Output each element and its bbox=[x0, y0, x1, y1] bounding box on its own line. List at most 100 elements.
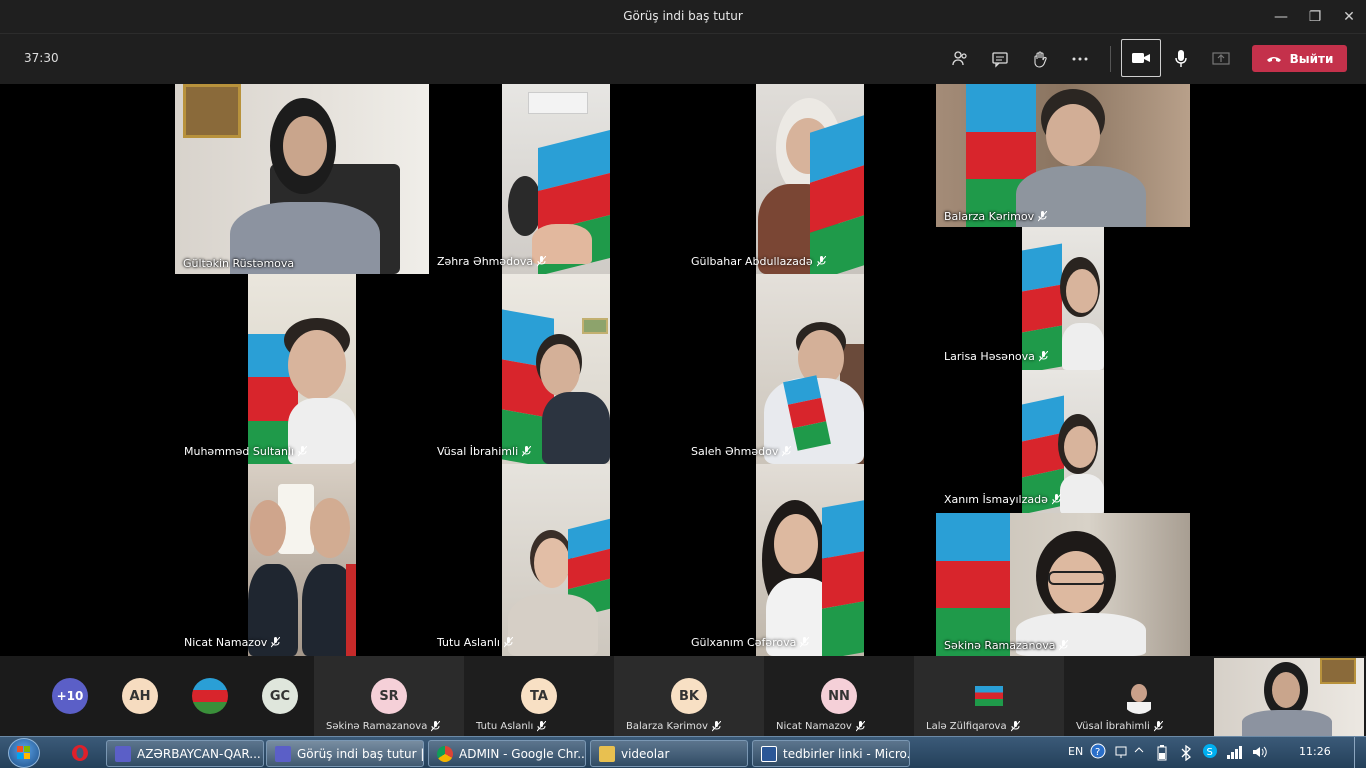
meeting-toolbar: 37:30 Выйти bbox=[0, 34, 1366, 84]
language-indicator[interactable]: EN bbox=[1068, 745, 1083, 758]
svg-text:?: ? bbox=[1095, 747, 1100, 758]
video-tile[interactable]: Gültəkin Rüstəmova bbox=[175, 84, 429, 274]
avatar bbox=[971, 678, 1007, 714]
overflow-count-badge[interactable]: +10 bbox=[52, 678, 88, 714]
word-icon bbox=[761, 745, 777, 762]
participant-name: Lalə Zülfiqarova bbox=[926, 721, 1020, 732]
flag-icon bbox=[822, 500, 864, 656]
roster-tile[interactable]: NN Nicat Namazov bbox=[764, 656, 914, 736]
more-options-icon[interactable] bbox=[1065, 44, 1095, 74]
task-item[interactable]: videolar bbox=[590, 740, 748, 767]
mic-muted-icon bbox=[1038, 351, 1048, 362]
network-tray-icon[interactable] bbox=[1114, 745, 1128, 762]
mic-muted-icon bbox=[855, 721, 865, 732]
video-tile[interactable] bbox=[1022, 370, 1104, 513]
signal-icon[interactable] bbox=[1226, 745, 1244, 762]
chrome-icon bbox=[437, 745, 453, 762]
participant-name: Tutu Aslanlı bbox=[437, 636, 513, 649]
video-tile[interactable] bbox=[756, 464, 864, 656]
folder-icon bbox=[599, 745, 615, 762]
opera-icon[interactable] bbox=[60, 741, 100, 765]
video-tile[interactable] bbox=[756, 274, 864, 464]
video-tile[interactable]: Səkinə Ramazanova bbox=[936, 513, 1190, 656]
mic-muted-icon bbox=[800, 637, 810, 648]
participant-name: Səkinə Ramazanova bbox=[944, 639, 1069, 652]
task-item[interactable]: ADMIN - Google Chr... bbox=[428, 740, 586, 767]
participant-name: Muhəmməd Sultanlı bbox=[184, 445, 308, 458]
video-grid: Gültəkin Rüstəmova Zəhra Əhmədova Gülbah… bbox=[0, 84, 1366, 656]
participant-name: Larisa Həsənova bbox=[944, 350, 1048, 363]
windows-logo-icon bbox=[17, 746, 30, 759]
avatar[interactable]: AH bbox=[122, 678, 158, 714]
clock[interactable]: 11:26 bbox=[1299, 745, 1331, 758]
skype-icon[interactable]: S bbox=[1202, 743, 1218, 762]
teams-icon bbox=[115, 745, 131, 762]
roster-tile[interactable]: Vüsal İbrahimli bbox=[1064, 656, 1214, 736]
task-item[interactable]: AZƏRBAYCAN-QAR... bbox=[106, 740, 264, 767]
participant-name: Nicat Namazov bbox=[184, 636, 281, 649]
video-tile[interactable] bbox=[248, 274, 356, 464]
mic-muted-icon bbox=[522, 446, 532, 457]
participant-name: Balarza Kərimov bbox=[626, 721, 721, 732]
battery-icon[interactable] bbox=[1156, 745, 1168, 764]
bluetooth-icon[interactable] bbox=[1180, 744, 1192, 764]
mic-muted-icon bbox=[1010, 721, 1020, 732]
participant-name: Xanım İsmayılzadə bbox=[944, 493, 1061, 506]
video-tile[interactable] bbox=[502, 274, 610, 464]
mic-muted-icon bbox=[431, 721, 441, 732]
video-tile[interactable] bbox=[1022, 227, 1104, 370]
show-hidden-icons-icon[interactable] bbox=[1134, 745, 1144, 758]
minimize-button[interactable]: — bbox=[1264, 0, 1298, 34]
participant-name: Tutu Aslanlı bbox=[476, 721, 547, 732]
mic-muted-icon bbox=[1059, 640, 1069, 651]
mic-muted-icon bbox=[537, 721, 547, 732]
avatar: TA bbox=[521, 678, 557, 714]
camera-toggle-button[interactable] bbox=[1121, 39, 1161, 77]
microphone-icon[interactable] bbox=[1166, 44, 1196, 74]
participant-name: Saleh Əhmədov bbox=[691, 445, 792, 458]
teams-meeting-window: Görüş indi baş tutur — ❐ ✕ 37:30 Выйти G… bbox=[0, 0, 1366, 768]
show-desktop-button[interactable] bbox=[1354, 737, 1366, 768]
roster-tile[interactable]: BK Balarza Kərimov bbox=[614, 656, 764, 736]
participant-name: Gülbahar Abdullazadə bbox=[691, 255, 826, 268]
close-button[interactable]: ✕ bbox=[1332, 0, 1366, 34]
avatar bbox=[1121, 678, 1157, 714]
leave-button[interactable]: Выйти bbox=[1252, 45, 1347, 72]
chat-icon[interactable] bbox=[985, 44, 1015, 74]
video-tile[interactable] bbox=[502, 84, 610, 274]
avatar[interactable] bbox=[192, 678, 228, 714]
flag-icon bbox=[810, 115, 864, 274]
mic-muted-icon bbox=[1051, 494, 1061, 505]
participant-name: Zəhra Əhmədova bbox=[437, 255, 547, 268]
roster-tile[interactable]: TA Tutu Aslanlı bbox=[464, 656, 614, 736]
start-button[interactable] bbox=[8, 738, 40, 768]
participants-icon[interactable] bbox=[945, 44, 975, 74]
video-tile[interactable]: Balarza Kərimov bbox=[936, 84, 1190, 227]
mic-muted-icon bbox=[503, 637, 513, 648]
mic-muted-icon bbox=[1153, 721, 1163, 732]
video-tile[interactable] bbox=[756, 84, 864, 274]
share-screen-icon[interactable] bbox=[1206, 44, 1236, 74]
avatar[interactable]: GC bbox=[262, 678, 298, 714]
raise-hand-icon[interactable] bbox=[1025, 44, 1055, 74]
participant-name: Gültəkin Rüstəmova bbox=[183, 257, 295, 270]
leave-label: Выйти bbox=[1289, 51, 1334, 66]
toolbar-divider bbox=[1110, 46, 1111, 72]
task-item[interactable]: Görüş indi baş tutur |... bbox=[266, 740, 424, 767]
hang-up-icon bbox=[1266, 56, 1281, 62]
mic-muted-icon bbox=[298, 446, 308, 457]
video-tile[interactable] bbox=[502, 464, 610, 656]
help-icon[interactable]: ? bbox=[1090, 743, 1106, 762]
volume-icon[interactable] bbox=[1252, 745, 1268, 762]
maximize-button[interactable]: ❐ bbox=[1298, 0, 1332, 34]
self-view-video[interactable] bbox=[1214, 658, 1364, 736]
roster-tile[interactable]: SR Səkinə Ramazanova bbox=[314, 656, 464, 736]
participant-name: Gülxanım Cəfərova bbox=[691, 636, 810, 649]
roster-tile[interactable]: Lalə Zülfiqarova bbox=[914, 656, 1064, 736]
avatar: SR bbox=[371, 678, 407, 714]
mic-muted-icon bbox=[816, 256, 826, 267]
window-title: Görüş indi baş tutur bbox=[623, 9, 743, 23]
task-item[interactable]: tedbirler linki - Micro... bbox=[752, 740, 910, 767]
participant-name: Balarza Kərimov bbox=[944, 210, 1048, 223]
video-tile[interactable] bbox=[248, 464, 356, 656]
